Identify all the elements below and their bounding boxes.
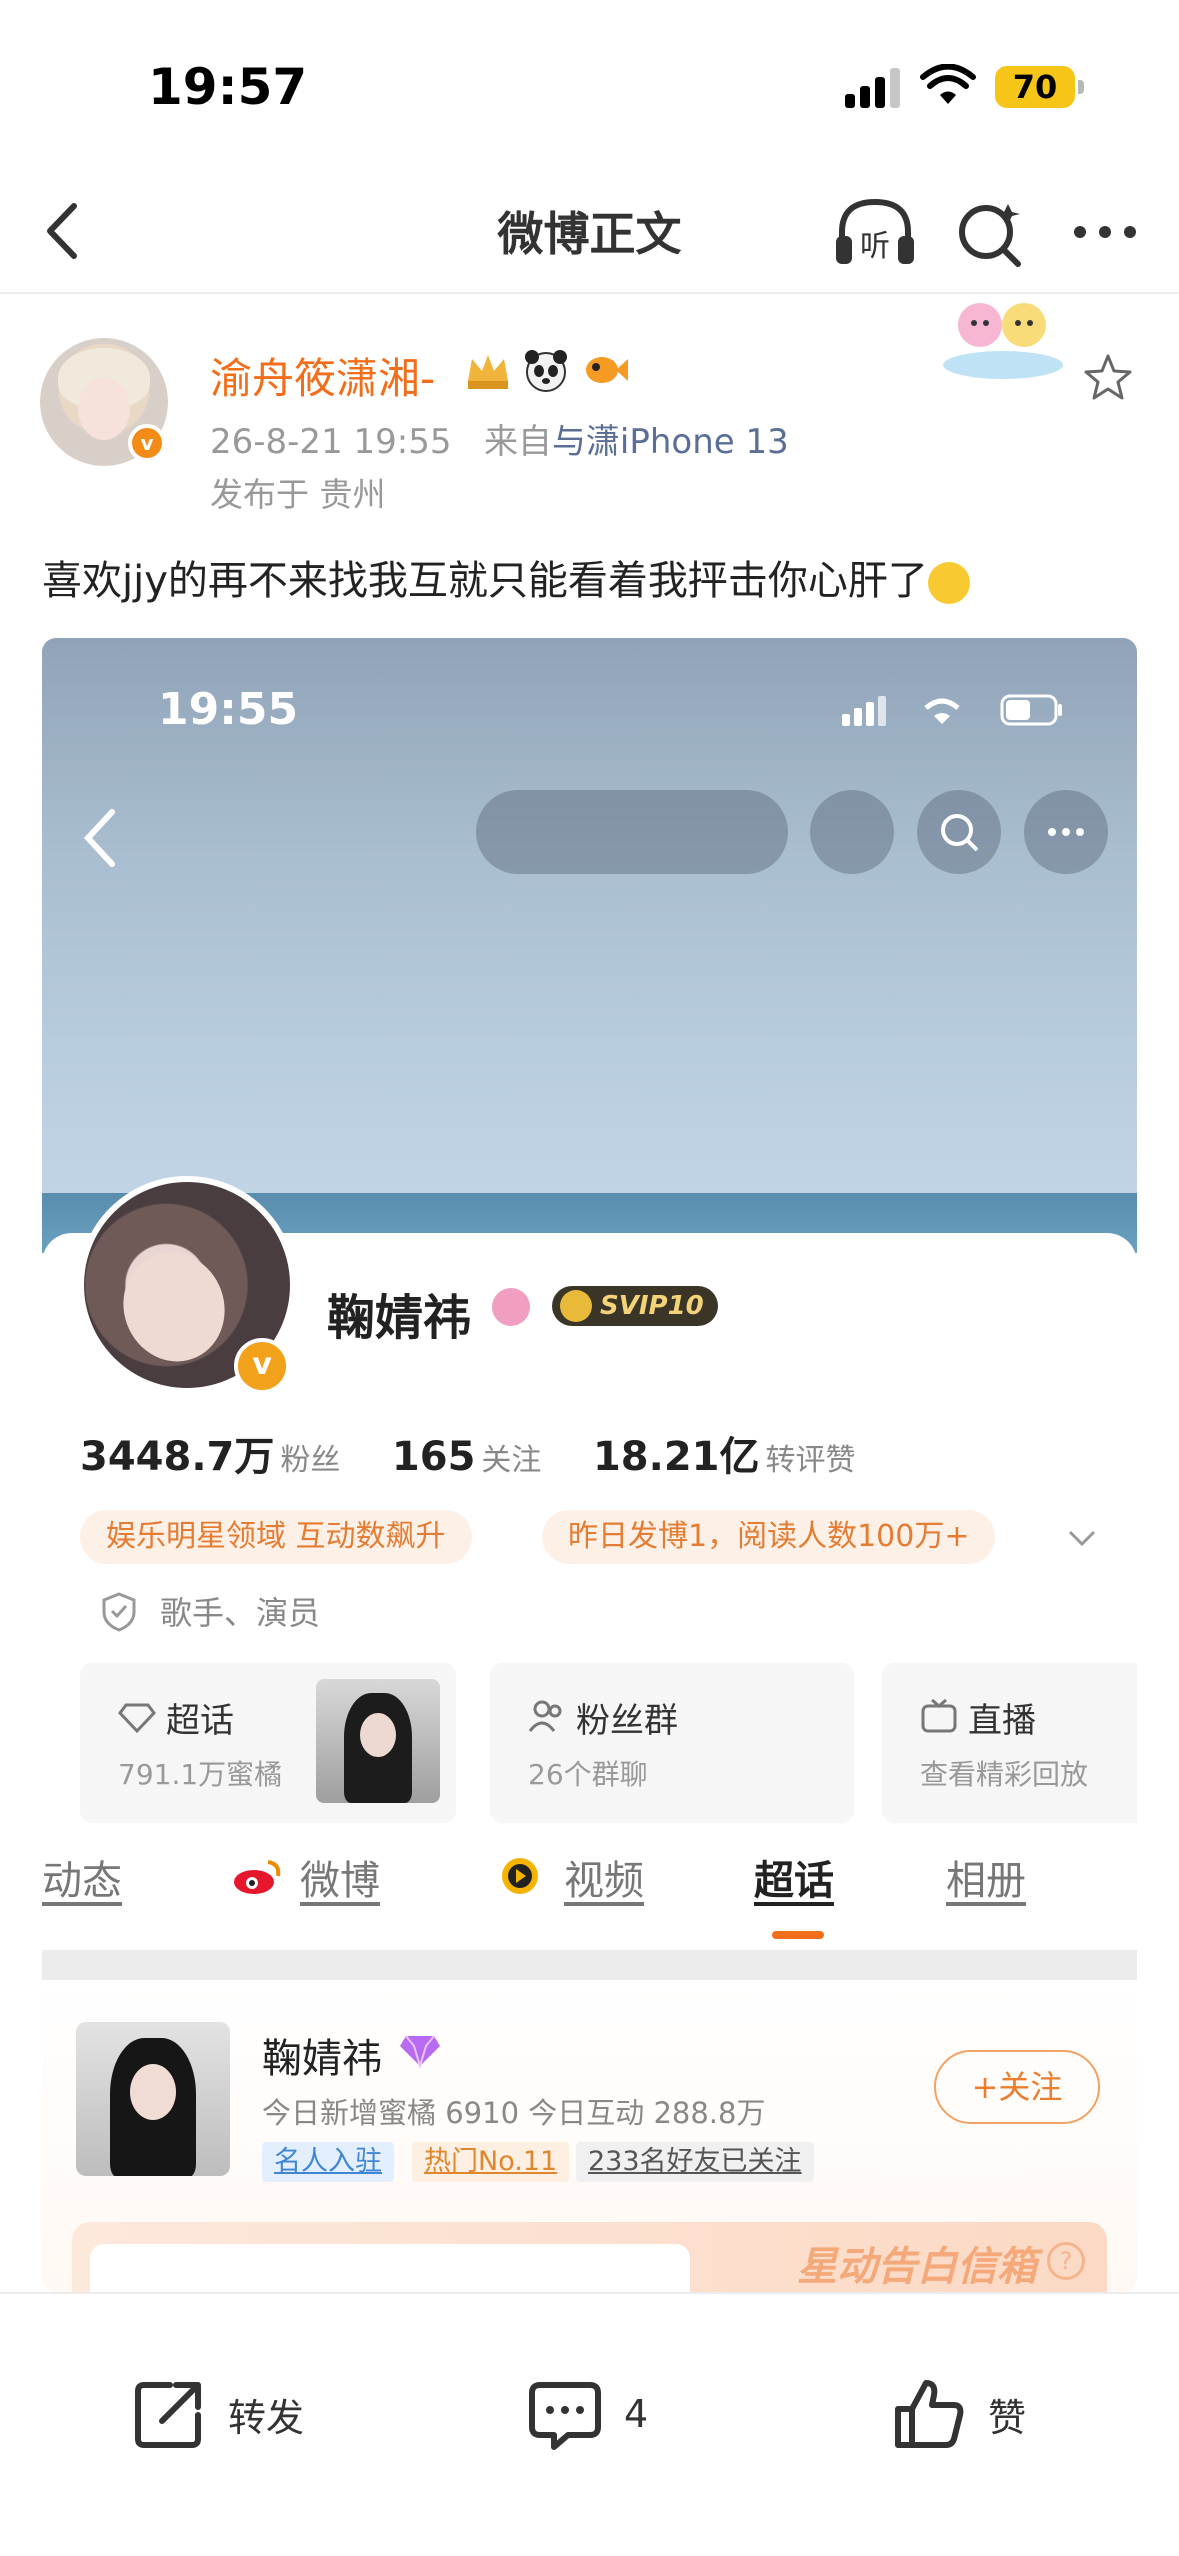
help-question-icon: ? <box>1047 2242 1085 2280</box>
embedded-status-icons <box>842 694 1062 726</box>
more-options-icon[interactable] <box>1060 190 1150 274</box>
battery-tip <box>1078 80 1084 94</box>
status-time: 19:57 <box>148 58 308 116</box>
weibo-logo-icon <box>234 1860 281 1894</box>
listen-headphones-icon[interactable]: 听 <box>830 190 920 274</box>
embedded-back-icon <box>83 809 115 867</box>
profile-role: 歌手、演员 <box>160 1594 321 1632</box>
shield-icon <box>102 1592 136 1632</box>
tab-weibo: 微博 <box>300 1858 380 1904</box>
feature-thumbnail <box>316 1679 440 1803</box>
embedded-profile-stats: 3448.7万 粉丝 165 关注 18.21亿 转评赞 <box>80 1424 855 1482</box>
supertopic-card: 鞠婧祎 今日新增蜜橘 6910 今日互动 288.8万 名人入驻 热门No.11… <box>42 1980 1137 2292</box>
chevron-down-icon <box>1068 1530 1096 1547</box>
tab-supertopic: 超话 <box>754 1858 834 1904</box>
supertopic-thumbnail <box>76 2022 230 2176</box>
embedded-search-pill <box>476 790 788 874</box>
chip-hot-rank: 热门No.11 <box>412 2142 570 2182</box>
feature-title: 直播 <box>968 1701 1036 1741</box>
embedded-status-time: 19:55 <box>158 684 299 735</box>
repost-button[interactable]: 转发 <box>130 2374 304 2454</box>
embedded-profile-tabs: 动态 微博 视频 超话 相册 <box>42 1848 1137 1938</box>
comment-count: 4 <box>624 2392 649 2436</box>
like-button[interactable]: 赞 <box>890 2374 1026 2454</box>
feature-subtitle: 查看精彩回放 <box>920 1758 1089 1791</box>
gem-icon <box>400 2035 440 2070</box>
post-image[interactable]: 19:55 v 鞠婧祎 SVIP10 3448.7万 粉丝 165 关注 18.21… <box>42 638 1137 2292</box>
post-meta: 26-8-21 19:55 来自与潇iPhone 13 <box>210 414 789 463</box>
post-text-content: 喜欢jjy的再不来找我互就只能看着我抨击你心肝了 <box>42 558 928 604</box>
crown-icon <box>468 355 508 389</box>
embedded-verified-badge-icon: v <box>234 1338 290 1394</box>
banner-inner-card <box>90 2244 690 2292</box>
profile-tag-1: 娱乐明星领域 互动数飙升 <box>80 1510 472 1564</box>
favorite-star-icon[interactable] <box>1080 350 1136 406</box>
tab-album: 相册 <box>946 1858 1026 1904</box>
feature-card-live: 直播 查看精彩回放 <box>882 1663 1137 1823</box>
comment-button[interactable]: 4 <box>526 2374 648 2454</box>
feature-card-supertopic: 超话 791.1万蜜橘 <box>80 1663 456 1823</box>
search-icon[interactable] <box>950 190 1030 274</box>
embedded-hand-button <box>810 790 894 874</box>
post-location: 发布于 贵州 <box>210 475 386 514</box>
supertopic-stats: 今日新增蜜橘 6910 今日互动 288.8万 <box>262 2096 766 2130</box>
post-source-prefix: 来自 <box>483 422 552 462</box>
feature-title: 超话 <box>166 1701 234 1741</box>
supertopic-name: 鞠婧祎 <box>262 2036 382 2082</box>
verified-badge-icon: v <box>128 424 166 462</box>
embedded-profile-name: 鞠婧祎 <box>327 1290 472 1346</box>
embedded-pink-badge-icon <box>492 1288 530 1326</box>
listen-label: 听 <box>860 229 890 264</box>
feature-title: 粉丝群 <box>576 1701 678 1741</box>
post-device-link[interactable]: 与潇iPhone 13 <box>552 422 789 462</box>
bottom-action-bar: 转发 4 赞 <box>0 2292 1179 2556</box>
post-timestamp: 26-8-21 19:55 <box>210 422 452 462</box>
tab-video: 视频 <box>564 1858 644 1904</box>
post-text: 喜欢jjy的再不来找我互就只能看着我抨击你心肝了 <box>42 548 970 606</box>
chip-celebrity: 名人入驻 <box>262 2142 394 2182</box>
laughing-emoji-icon <box>927 562 970 604</box>
tab-dynamics: 动态 <box>42 1858 122 1904</box>
following-label: 关注 <box>481 1443 542 1478</box>
embedded-more-icon <box>1048 828 1084 836</box>
panda-icon <box>525 350 567 392</box>
chip-friends-following: 233名好友已关注 <box>576 2142 814 2182</box>
cartoon-sticker-decoration <box>943 303 1063 379</box>
embedded-vip-badge: SVIP10 <box>552 1286 718 1326</box>
followers-count: 3448.7万 <box>80 1434 275 1480</box>
author-username[interactable]: 渝舟筱潇湘- <box>210 345 435 406</box>
likes-label: 转评赞 <box>765 1443 856 1478</box>
user-medal-icons <box>462 345 630 395</box>
section-divider <box>42 1950 1137 1980</box>
like-label: 赞 <box>988 2395 1027 2440</box>
feature-subtitle: 791.1万蜜橘 <box>118 1758 283 1791</box>
fish-icon <box>586 357 628 383</box>
video-play-icon <box>502 1858 538 1894</box>
following-count: 165 <box>391 1434 476 1480</box>
supertopic-follow-button: +关注 <box>934 2050 1100 2124</box>
embedded-search-icon <box>941 814 979 852</box>
likes-count: 18.21亿 <box>592 1434 760 1480</box>
thumbs-up-icon <box>895 2380 964 2448</box>
followers-label: 粉丝 <box>280 1443 341 1478</box>
profile-tag-2: 昨日发博1，阅读人数100万+ <box>542 1510 996 1564</box>
feature-subtitle: 26个群聊 <box>528 1758 648 1791</box>
banner-title: 星动告白信箱 <box>797 2244 1037 2290</box>
nav-bar: 微博正文 听 <box>0 170 1179 294</box>
star-confession-banner: 星动告白信箱 ? <box>72 2222 1107 2292</box>
status-bar: 19:57 70 <box>0 0 1179 170</box>
feature-card-fan-group: 粉丝群 26个群聊 <box>490 1663 854 1823</box>
cellular-signal-icon <box>845 68 903 108</box>
repost-share-icon <box>135 2382 201 2448</box>
battery-indicator: 70 <box>995 66 1075 108</box>
comment-bubble-icon <box>529 2382 601 2450</box>
wifi-icon <box>920 64 976 104</box>
active-tab-indicator <box>772 1931 824 1939</box>
repost-label: 转发 <box>228 2395 305 2440</box>
